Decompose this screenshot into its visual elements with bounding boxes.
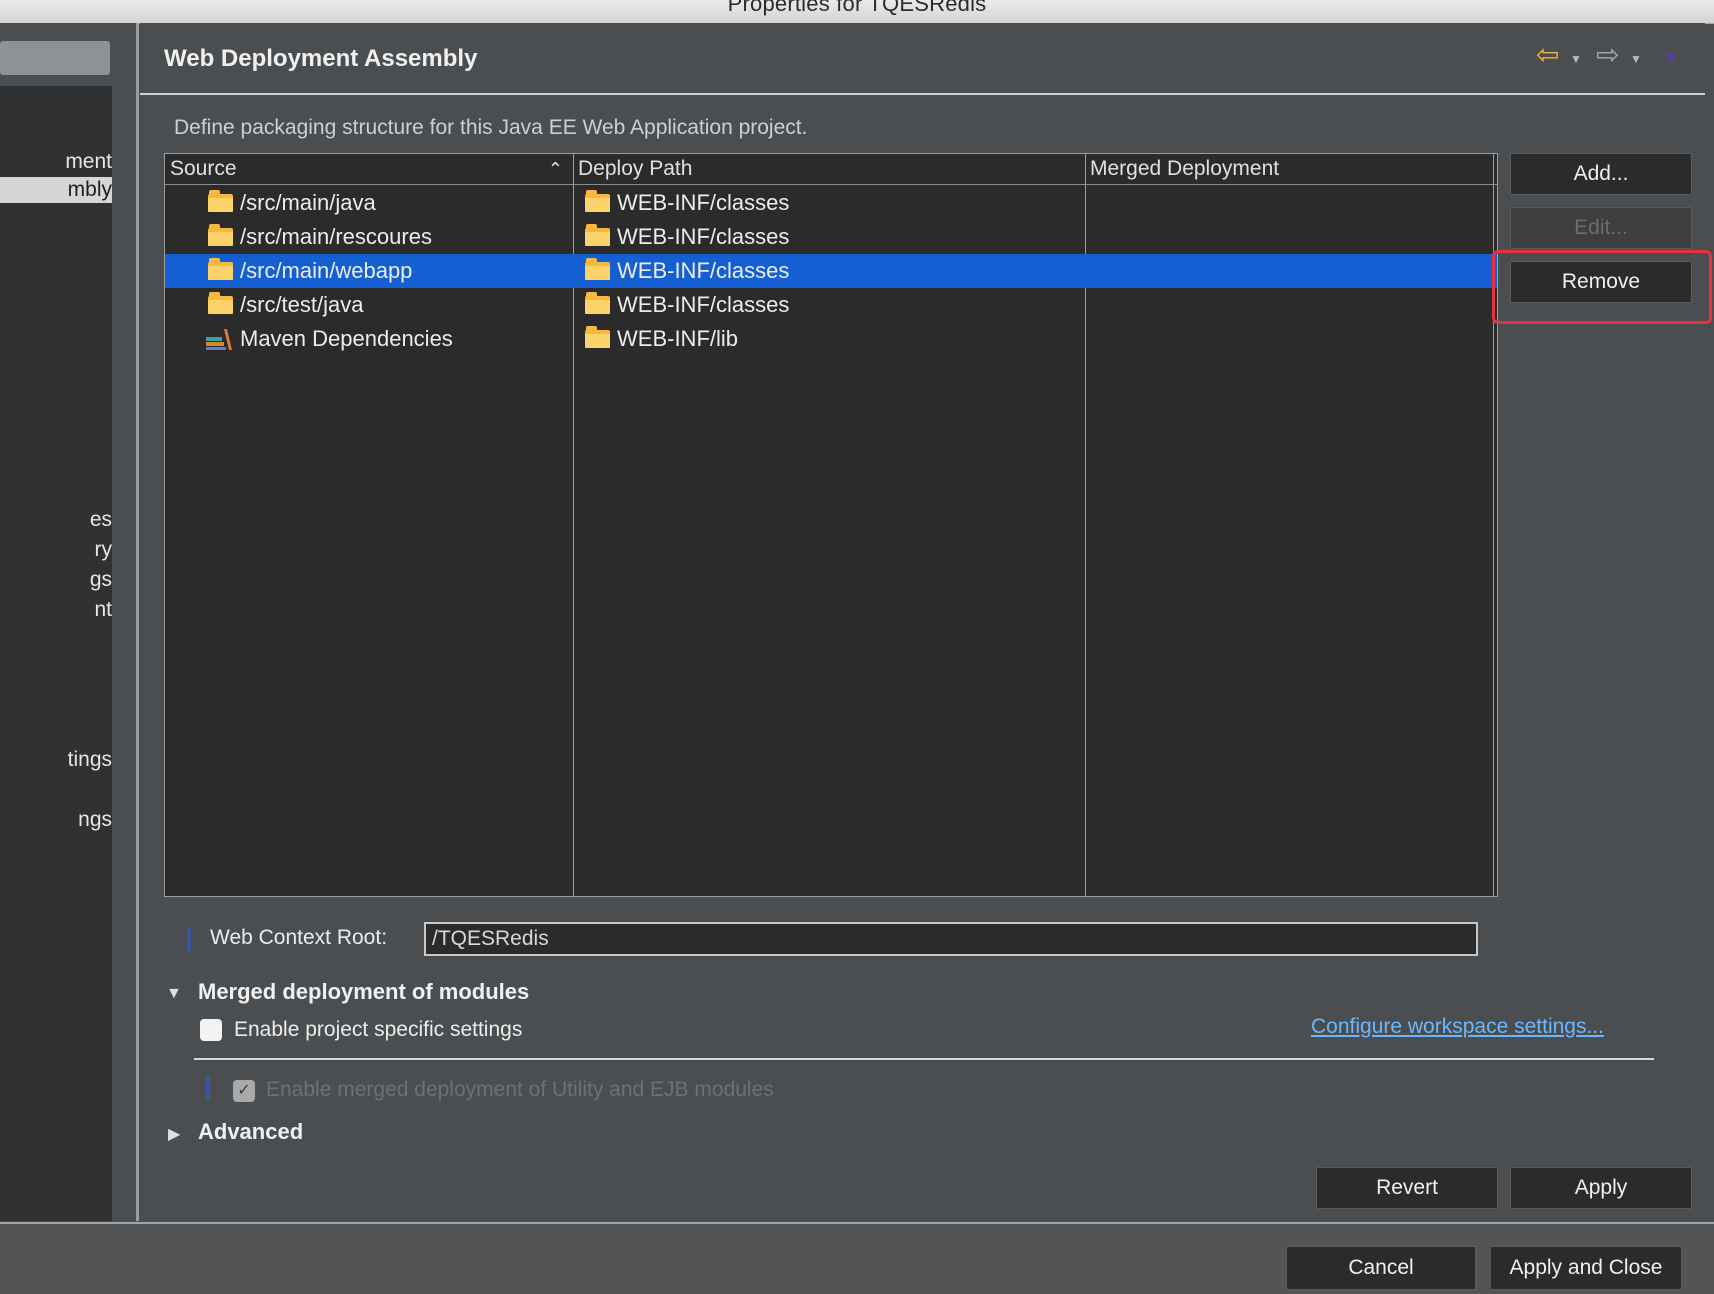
nav-item-label: ry <box>94 538 113 561</box>
project-settings-label: Enable project specific settings <box>234 1018 523 1041</box>
nav-item[interactable]: ngs <box>0 807 112 833</box>
nav-item-label: ment <box>65 150 112 173</box>
row-deploy-path: WEB-INF/classes <box>617 258 790 283</box>
nav-item[interactable]: tings <box>0 747 112 773</box>
context-root-label: Web Context Root: <box>210 926 388 949</box>
nav-item[interactable]: es <box>0 507 112 533</box>
folder-icon <box>585 258 610 280</box>
row-source: /src/main/rescoures <box>240 224 432 249</box>
table-row[interactable]: /src/main/java WEB-INF/classes <box>165 186 1497 220</box>
merged-section-title[interactable]: Merged deployment of modules <box>198 979 529 1005</box>
field-marker <box>187 928 191 952</box>
nav-splitter[interactable] <box>136 23 139 1221</box>
edit-button[interactable]: Edit... <box>1510 207 1692 249</box>
assembly-table[interactable]: Source ⌃ Deploy Path Merged Deployment /… <box>164 153 1498 897</box>
expand-triangle-icon[interactable]: ▶ <box>168 1124 180 1144</box>
merged-deployment-label: Enable merged deployment of Utility and … <box>266 1078 774 1101</box>
row-deploy-path: WEB-INF/classes <box>617 190 790 215</box>
field-marker <box>206 1076 210 1100</box>
back-dropdown-icon[interactable]: ▼ <box>1570 52 1582 66</box>
table-row-selected[interactable]: /src/main/webapp WEB-INF/classes <box>165 254 1497 288</box>
column-header-deploy-path[interactable]: Deploy Path <box>573 154 1085 184</box>
window-title: Properties for TQESRedis <box>727 0 987 16</box>
table-header: Source ⌃ Deploy Path Merged Deployment <box>165 154 1497 185</box>
nav-item[interactable]: ry <box>0 537 113 563</box>
page-description: Define packaging structure for this Java… <box>174 116 808 139</box>
sort-ascending-icon: ⌃ <box>547 159 563 179</box>
project-settings-checkbox[interactable] <box>200 1019 222 1041</box>
apply-and-close-button[interactable]: Apply and Close <box>1490 1246 1682 1290</box>
folder-icon <box>208 224 233 246</box>
table-row[interactable]: /src/test/java WEB-INF/classes <box>165 288 1497 322</box>
merged-deployment-checkbox-icon[interactable]: ✓ <box>233 1080 255 1102</box>
row-source: /src/main/java <box>240 190 376 215</box>
folder-icon <box>208 258 233 280</box>
nav-item-label: es <box>89 508 112 531</box>
folder-icon <box>585 292 610 314</box>
nav-item-label: gs <box>89 568 112 591</box>
section-divider <box>194 1058 1654 1060</box>
window-title-bar: Properties for TQESRedis <box>0 0 1714 24</box>
table-row[interactable]: /src/main/rescoures WEB-INF/classes <box>165 220 1497 254</box>
folder-icon <box>585 190 610 212</box>
column-header-label: Deploy Path <box>578 157 693 180</box>
nav-item-label: mbly <box>67 178 112 201</box>
folder-icon <box>208 190 233 212</box>
advanced-section-title[interactable]: Advanced <box>198 1119 303 1145</box>
row-deploy-path: WEB-INF/lib <box>617 326 738 351</box>
column-header-label: Source <box>170 157 237 180</box>
nav-item-label: ngs <box>78 808 112 831</box>
nav-item-label: tings <box>67 748 112 771</box>
nav-item-label: nt <box>94 598 112 621</box>
folder-icon <box>585 224 610 246</box>
page-title: Web Deployment Assembly <box>164 45 478 72</box>
add-button[interactable]: Add... <box>1510 153 1692 195</box>
column-header-merged[interactable]: Merged Deployment <box>1085 154 1495 184</box>
folder-icon <box>208 292 233 314</box>
row-source: /src/main/webapp <box>240 258 413 283</box>
back-arrow-icon[interactable]: ⇦ <box>1536 38 1559 71</box>
library-icon <box>206 329 232 350</box>
nav-item[interactable]: nt <box>0 597 112 623</box>
forward-dropdown-icon[interactable]: ▼ <box>1630 52 1642 66</box>
nav-item-selected[interactable]: mbly <box>0 177 112 203</box>
row-deploy-path: WEB-INF/classes <box>617 292 790 317</box>
column-header-label: Merged Deployment <box>1090 157 1280 180</box>
cancel-button[interactable]: Cancel <box>1286 1246 1476 1290</box>
nav-item[interactable]: ment <box>0 149 112 175</box>
row-deploy-path: WEB-INF/classes <box>617 224 790 249</box>
context-root-input[interactable] <box>424 922 1478 956</box>
revert-button[interactable]: Revert <box>1316 1167 1498 1209</box>
configure-workspace-link[interactable]: Configure workspace settings... <box>1311 1015 1604 1039</box>
apply-button[interactable]: Apply <box>1510 1167 1692 1209</box>
forward-arrow-icon[interactable]: ⇨ <box>1596 38 1619 71</box>
view-menu-icon[interactable]: ▼ <box>1662 48 1680 69</box>
folder-icon <box>585 326 610 348</box>
remove-highlight-box <box>1492 250 1712 324</box>
nav-tree <box>0 86 112 1221</box>
collapse-triangle-icon[interactable]: ▼ <box>166 985 182 1003</box>
nav-filter-input[interactable] <box>0 41 110 75</box>
column-header-source[interactable]: Source ⌃ <box>165 154 573 184</box>
row-source: Maven Dependencies <box>240 326 453 351</box>
table-row[interactable]: Maven Dependencies WEB-INF/lib <box>165 322 1497 356</box>
nav-item[interactable]: gs <box>0 567 112 593</box>
row-source: /src/test/java <box>240 292 364 317</box>
